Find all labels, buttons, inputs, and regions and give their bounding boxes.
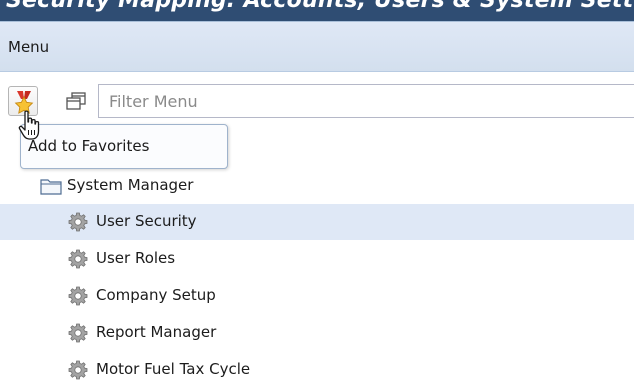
tree-item-label: Motor Fuel Tax Cycle <box>96 360 251 378</box>
window-title: Security Mapping: Accounts, Users & Syst… <box>6 0 634 13</box>
tree-item-label: User Roles <box>96 249 176 267</box>
filter-menu-input[interactable] <box>98 84 634 118</box>
tooltip-text: Add to Favorites <box>28 137 150 155</box>
gear-icon <box>68 212 88 232</box>
tree-folder-system-manager[interactable]: System Manager <box>0 168 634 204</box>
folder-label: System Manager <box>67 176 194 194</box>
menu-panel-header: Menu <box>0 21 634 72</box>
menu-toolbar <box>0 73 634 129</box>
expand-collapse-button[interactable] <box>64 91 88 113</box>
tree-item-label: Report Manager <box>96 323 217 341</box>
tree-item-user-security[interactable]: User Security <box>0 204 634 240</box>
tree-item-label: User Security <box>96 212 197 230</box>
favorites-tooltip: Add to Favorites <box>20 124 228 169</box>
gear-icon <box>68 286 88 306</box>
tree-item-user-roles[interactable]: User Roles <box>0 241 634 277</box>
tree-item-company-setup[interactable]: Company Setup <box>0 278 634 314</box>
window-title-bar: Security Mapping: Accounts, Users & Syst… <box>0 0 634 21</box>
copy-windows-icon <box>66 92 86 110</box>
folder-icon <box>40 179 62 195</box>
gear-icon <box>68 323 88 343</box>
gear-icon <box>68 249 88 269</box>
tree-item-report-manager[interactable]: Report Manager <box>0 315 634 351</box>
hand-pointer-cursor-icon <box>18 110 40 140</box>
menu-panel-title: Menu <box>8 38 50 56</box>
tree-item-label: Company Setup <box>96 286 216 304</box>
tree-item-motor-fuel-tax-cycle[interactable]: Motor Fuel Tax Cycle <box>0 352 634 388</box>
gear-icon <box>68 360 88 380</box>
